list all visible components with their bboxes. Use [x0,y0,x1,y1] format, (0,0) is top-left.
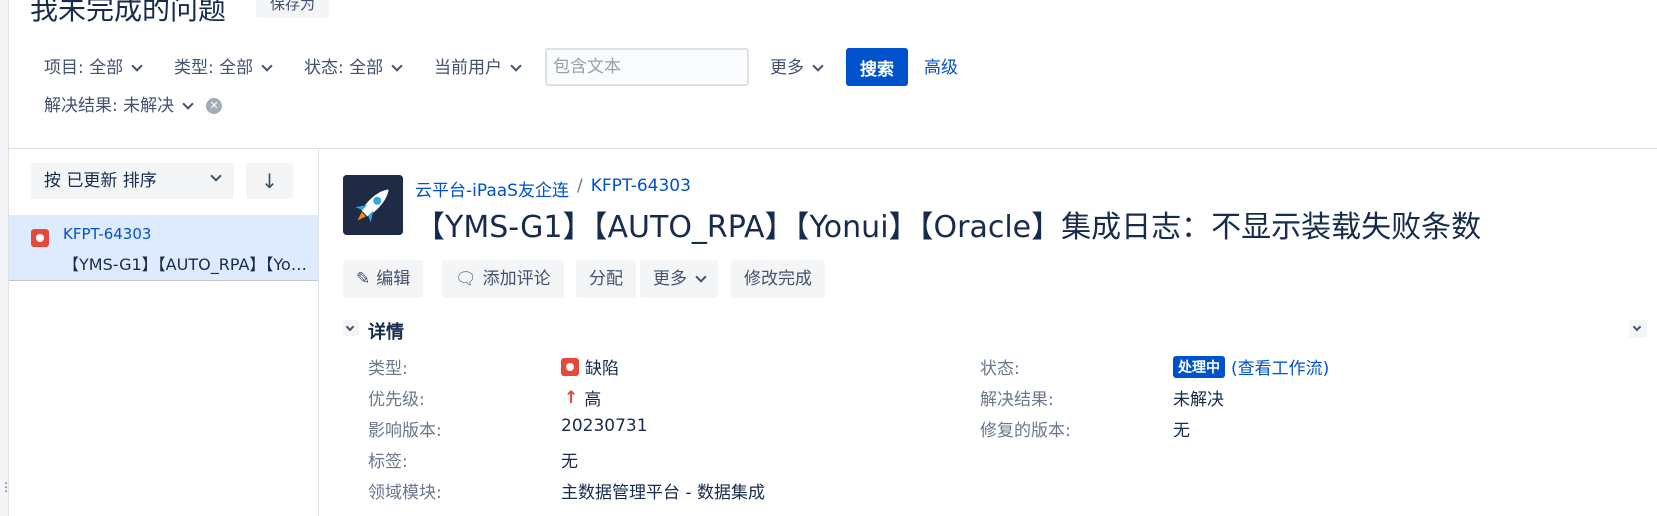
type-filter-label: 类型: 全部 [174,58,254,78]
module-value: 主数据管理平台 - 数据集成 [561,478,765,503]
chevron-down-icon [345,322,355,332]
resize-grip-icon[interactable]: ⋮ [0,480,12,494]
assignee-filter-label: 当前用户 [434,58,502,78]
chevron-down-icon [695,270,707,283]
chevron-down-icon [812,59,824,72]
breadcrumb-project[interactable]: 云平台-iPaaS友企连 [415,176,569,201]
list-item-summary: 【YMS-G1】【AUTO_RPA】【Yonui】【Oracle】集成日志：不显… [63,255,308,274]
status-filter[interactable]: 状态: 全部 [304,54,403,82]
resolution-label: 解决结果: [980,390,1054,410]
project-filter-label: 项目: 全部 [44,58,124,78]
issue-summary: 【YMS-G1】【AUTO_RPA】【Yonui】【Oracle】集成日志：不显… [415,210,1482,245]
labels-label: 标签: [368,452,408,472]
side-section-toggle[interactable] [1629,320,1647,338]
resolution-filter-label: 解决结果: 未解决 [44,96,175,116]
sort-direction-button[interactable]: ↓ [246,163,293,199]
advanced-search-link[interactable]: 高级 [924,54,958,82]
bug-icon [561,357,579,376]
add-comment-button[interactable]: 🗨 添加评论 [442,260,564,298]
resolution-value: 未解决 [1173,385,1224,410]
edit-button-label: 编辑 [376,269,411,289]
chevron-down-icon [182,97,194,110]
search-button[interactable]: 搜索 [846,48,908,86]
fix-version-value: 无 [1173,416,1190,441]
list-item-key[interactable]: KFPT-64303 [63,225,151,243]
breadcrumb-issue-key[interactable]: KFPT-64303 [591,176,691,201]
assign-button[interactable]: 分配 [576,260,636,298]
panel-divider[interactable] [318,149,319,516]
fix-version-text: 无 [1173,421,1190,441]
affects-version-label: 影响版本: [368,421,442,441]
add-comment-label: 添加评论 [482,269,551,289]
chevron-down-icon [261,59,273,72]
clear-filter-icon[interactable]: ✕ [206,98,223,114]
chevron-down-icon [1632,322,1642,332]
page-title: 我未完成的问题 [30,0,227,26]
resolution-value-text: 未解决 [1173,390,1224,410]
type-label: 类型: [368,359,408,379]
chevron-down-icon [510,59,522,72]
breadcrumb-separator: / [576,176,583,196]
chevron-down-icon [131,59,143,72]
type-value: 缺陷 [561,354,619,379]
chevron-down-icon [210,170,222,182]
more-filters-label: 更多 [770,58,804,78]
bug-icon [31,229,49,247]
assignee-filter[interactable]: 当前用户 [434,54,522,82]
status-label: 状态: [980,359,1020,379]
labels-value: 无 [561,447,578,472]
type-value-text: 缺陷 [585,359,619,379]
project-filter[interactable]: 项目: 全部 [44,54,143,82]
left-edge-panel [0,0,9,516]
priority-value: ↑ 高 [564,385,602,411]
sort-select[interactable]: 按 已更新 排序 [31,163,234,199]
priority-value-text: 高 [584,390,602,410]
status-badge: 处理中 [1173,355,1225,378]
header-divider [9,148,1657,149]
priority-high-icon: ↑ [564,387,579,408]
module-value-text: 主数据管理平台 - 数据集成 [561,483,765,503]
save-as-button[interactable]: 保存为 [256,0,330,18]
pencil-icon: ✎ [356,269,371,289]
priority-label: 优先级: [368,390,425,410]
fix-version-label: 修复的版本: [980,421,1071,441]
breadcrumb: 云平台-iPaaS友企连 / KFPT-64303 [415,176,691,201]
mark-done-label: 修改完成 [744,269,812,289]
chevron-down-icon [391,59,403,72]
text-search-input[interactable] [545,48,749,86]
resolution-filter[interactable]: 解决结果: 未解决 ✕ [44,92,223,120]
details-toggle[interactable] [343,320,359,336]
type-filter[interactable]: 类型: 全部 [174,54,273,82]
affects-version-value[interactable]: 20230731 [561,416,648,436]
sort-select-label: 按 已更新 排序 [44,171,157,191]
labels-value-text: 无 [561,452,578,472]
module-label: 领域模块: [368,483,442,503]
mark-done-button[interactable]: 修改完成 [731,260,825,298]
comment-icon: 🗨 [455,269,477,289]
more-actions-button[interactable]: 更多 [640,260,718,298]
more-filters[interactable]: 更多 [770,54,824,82]
assign-button-label: 分配 [589,269,623,289]
view-workflow-link[interactable]: (查看工作流) [1231,354,1329,379]
more-actions-label: 更多 [653,269,687,289]
status-filter-label: 状态: 全部 [304,58,384,78]
edit-button[interactable]: ✎ 编辑 [343,260,424,298]
project-avatar [343,175,403,235]
status-value: 处理中 (查看工作流) [1173,354,1329,379]
rocket-icon [343,175,403,235]
affects-version-text: 20230731 [561,416,648,436]
list-item[interactable]: KFPT-64303 【YMS-G1】【AUTO_RPA】【Yonui】【Ora… [9,215,318,281]
details-section-title: 详情 [368,322,404,343]
